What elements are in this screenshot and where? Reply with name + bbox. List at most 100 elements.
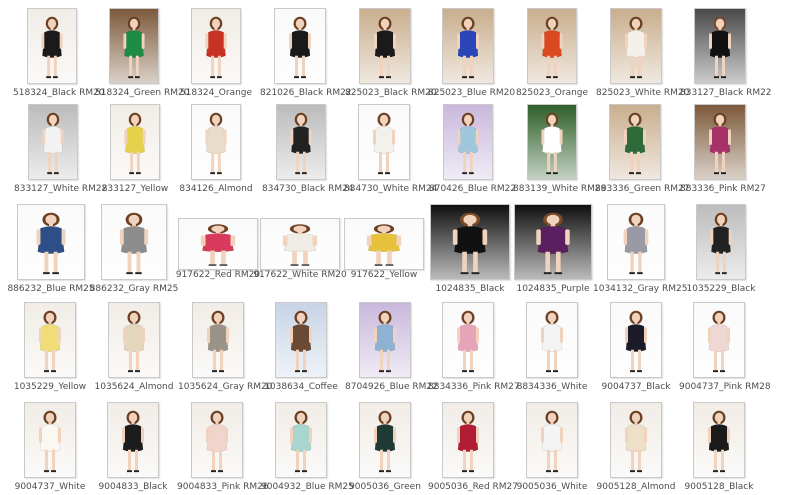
thumbnail-filename: 8834336_Pink RM27 [428,382,520,392]
model-figure [452,212,488,275]
product-thumbnail[interactable] [442,302,494,378]
product-thumbnail[interactable] [191,8,241,84]
product-thumbnail[interactable] [359,402,411,478]
thumbnail-filename: 886232_Blue RM25 [7,284,95,294]
model-figure [119,212,149,275]
product-thumbnail[interactable] [108,302,160,378]
product-thumbnail[interactable] [260,218,340,270]
product-thumbnail[interactable] [526,302,578,378]
thumbnail-filename: 883336_Green RM27 [595,184,690,194]
model-figure [207,310,229,373]
model-figure [290,410,312,473]
thumbnail-filename: 1024835_Purple [516,284,590,294]
thumbnail-filename: 870426_Blue RM22 [429,184,517,194]
thumbnail-filename: 825023_Black RM20 [345,88,437,98]
product-thumbnail[interactable] [358,104,410,180]
model-figure [123,16,145,79]
product-thumbnail[interactable] [192,302,244,378]
product-thumbnail[interactable] [24,402,76,478]
thumbnail-filename: 833127_Yellow [101,184,169,194]
model-figure [709,112,731,175]
thumbnail-filename: 917622_Yellow [350,270,418,280]
model-figure [122,410,144,473]
product-thumbnail[interactable] [17,204,85,280]
product-thumbnail[interactable] [526,402,578,478]
model-figure [541,410,563,473]
product-thumbnail[interactable] [359,8,411,84]
thumbnail-filename: 1035624_Gray RM20 [178,382,273,392]
product-thumbnail[interactable] [24,302,76,378]
product-thumbnail[interactable] [527,8,577,84]
model-figure [124,112,146,175]
model-figure [41,16,63,79]
model-figure [374,410,396,473]
model-figure [205,112,227,175]
model-figure [366,224,402,266]
model-figure [290,310,312,373]
model-figure [290,112,312,175]
product-thumbnail[interactable] [276,104,326,180]
product-thumbnail[interactable] [610,302,662,378]
product-thumbnail[interactable] [28,104,78,180]
product-thumbnail[interactable] [693,402,745,478]
model-figure [206,410,228,473]
model-figure [374,16,396,79]
thumbnail-filename: 1035624_Almond [94,382,174,392]
product-thumbnail[interactable] [443,104,493,180]
thumbnail-filename: 9005128_Black [684,482,754,492]
product-thumbnail[interactable] [610,8,662,84]
product-thumbnail[interactable] [191,402,243,478]
product-thumbnail[interactable] [693,302,745,378]
thumbnail-filename: 9005036_Red RM27 [428,482,519,492]
product-thumbnail[interactable] [694,8,746,84]
model-figure [457,16,479,79]
thumbnail-filename: 834730_White RM24 [344,184,438,194]
model-figure [457,112,479,175]
product-thumbnail[interactable] [178,218,258,270]
product-thumbnail[interactable] [27,8,77,84]
model-figure [710,212,732,275]
thumbnail-filename: 821026_Black RM22 [260,88,352,98]
thumbnail-filename: 518324_Green RM20 [95,88,190,98]
product-thumbnail[interactable] [101,204,167,280]
product-thumbnail[interactable] [430,204,510,280]
product-thumbnail[interactable] [191,104,241,180]
product-thumbnail[interactable] [110,104,160,180]
model-figure [708,310,730,373]
model-figure [625,310,647,373]
product-thumbnail[interactable] [274,8,326,84]
product-thumbnail[interactable] [607,204,665,280]
thumbnail-filename: 518324_Black RM20 [13,88,105,98]
product-thumbnail[interactable] [442,402,494,478]
product-thumbnail[interactable] [359,302,411,378]
model-figure [373,112,395,175]
model-figure [289,16,311,79]
thumbnail-filename: 9004737_White [14,482,86,492]
thumbnail-filename: 834126_Almond [179,184,253,194]
product-thumbnail[interactable] [609,104,661,180]
model-figure [200,224,236,266]
thumbnail-filename: 518324_Orange [179,88,253,98]
thumbnail-filename: 883336_Pink RM27 [680,184,766,194]
thumbnail-filename: 9004932_Blue RM25 [261,482,354,492]
product-thumbnail[interactable] [527,104,577,180]
product-thumbnail[interactable] [107,402,159,478]
thumbnail-filename: 9005128_Almond [596,482,676,492]
model-figure [624,112,646,175]
product-thumbnail[interactable] [109,8,159,84]
thumbnail-filename: 886232_Gray RM25 [89,284,179,294]
model-figure [282,224,318,266]
thumbnail-filename: 825023_Orange [515,88,589,98]
thumbnail-filename: 9004737_Pink RM28 [679,382,771,392]
thumbnail-filename: 1035229_Black [686,284,756,294]
product-thumbnail[interactable] [610,402,662,478]
model-figure [541,310,563,373]
product-thumbnail[interactable] [275,302,327,378]
product-thumbnail[interactable] [442,8,494,84]
product-thumbnail[interactable] [275,402,327,478]
product-thumbnail[interactable] [696,204,746,280]
product-thumbnail[interactable] [694,104,746,180]
product-thumbnail[interactable] [514,204,592,280]
thumbnail-filename: 825023_Blue RM20 [428,88,516,98]
product-thumbnail[interactable] [344,218,424,270]
